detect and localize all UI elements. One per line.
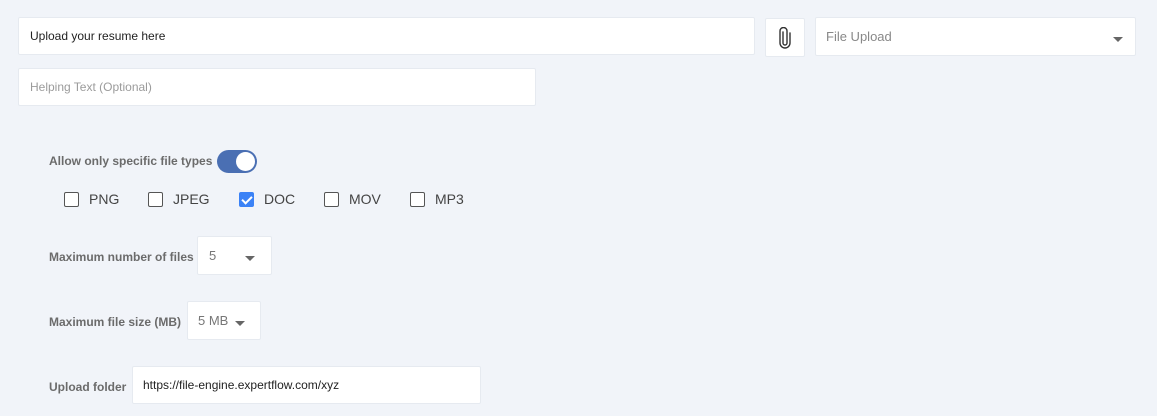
checkbox-label: MP3 (435, 191, 464, 207)
checkbox-label: MOV (349, 191, 381, 207)
checkbox-box[interactable] (324, 191, 339, 207)
question-input[interactable]: Upload your resume here (18, 17, 755, 55)
chevron-down-icon (235, 321, 245, 326)
upload-folder-value: https://file-engine.expertflow.com/xyz (143, 378, 340, 392)
question-input-value: Upload your resume here (30, 29, 166, 43)
checkbox-label: PNG (89, 191, 120, 207)
checkbox-box[interactable] (410, 191, 425, 207)
checkbox-mov[interactable]: MOV (324, 191, 381, 207)
upload-folder-input[interactable]: https://file-engine.expertflow.com/xyz (132, 366, 481, 404)
checkbox-box[interactable] (64, 191, 79, 207)
checkbox-mp3[interactable]: MP3 (410, 191, 464, 207)
max-size-label: Maximum file size (MB) (49, 315, 182, 329)
upload-folder-label: Upload folder (49, 380, 127, 394)
toggle-knob (236, 152, 255, 171)
checkbox-label: JPEG (173, 191, 210, 207)
allow-file-types-toggle[interactable] (217, 150, 257, 173)
checkbox-jpeg[interactable]: JPEG (148, 191, 210, 207)
chevron-down-icon (245, 256, 255, 261)
max-files-value: 5 (209, 248, 217, 263)
max-files-label: Maximum number of files (49, 250, 194, 264)
question-type-value: File Upload (826, 29, 892, 44)
allow-file-types-label: Allow only specific file types (49, 154, 213, 168)
helping-text-input[interactable]: Helping Text (Optional) (18, 68, 536, 106)
max-files-select[interactable]: 5 (197, 236, 272, 275)
max-size-value: 5 MB (198, 313, 229, 328)
checkbox-png[interactable]: PNG (64, 191, 119, 207)
question-type-select[interactable]: File Upload (815, 17, 1136, 56)
checkbox-doc[interactable]: DOC (239, 191, 295, 207)
attach-button[interactable] (765, 18, 805, 57)
checkbox-box[interactable] (148, 191, 163, 207)
chevron-down-icon (1113, 37, 1123, 42)
max-size-select[interactable]: 5 MB (187, 301, 261, 340)
checkbox-label: DOC (264, 191, 296, 207)
paperclip-icon (779, 26, 791, 49)
checkbox-box[interactable] (239, 191, 254, 207)
helping-text-placeholder: Helping Text (Optional) (30, 80, 152, 94)
